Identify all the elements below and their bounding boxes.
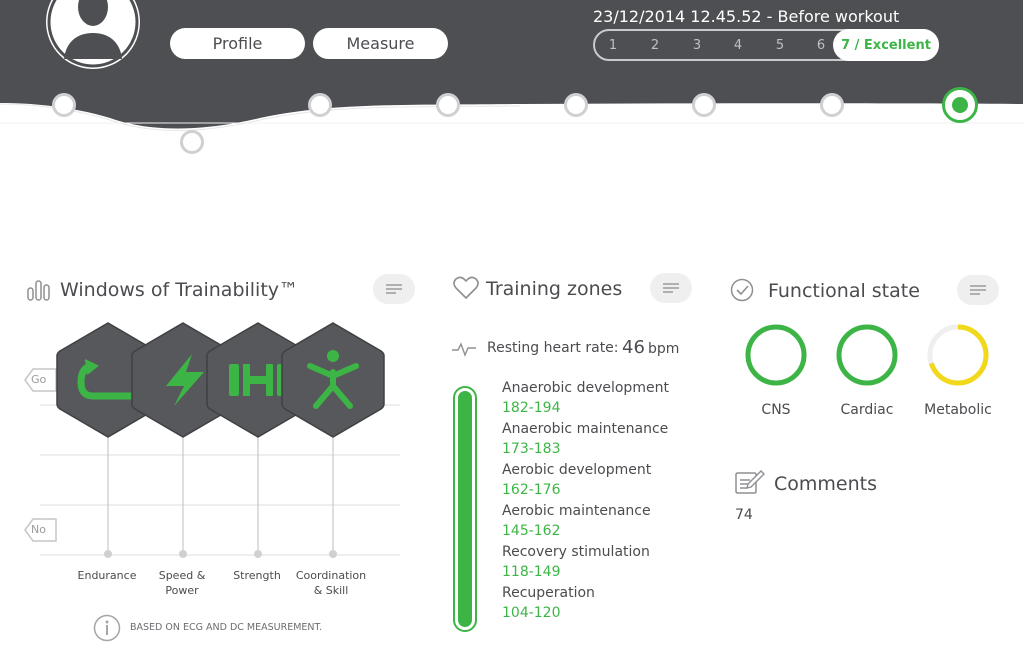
zone-range: 182-194 — [502, 400, 561, 416]
scale-number: 1 — [608, 38, 618, 53]
zone-name: Aerobic development — [502, 462, 652, 478]
pulse-icon — [452, 342, 476, 357]
readiness-scale: 1 2 3 4 5 6 7 / Excellent — [593, 29, 939, 61]
zone-bar-fill — [458, 391, 472, 627]
menu-lines-icon — [970, 285, 986, 295]
scale-number: 3 — [692, 38, 702, 53]
fs-ring-label: Cardiac — [840, 402, 894, 418]
no-label: No — [31, 523, 46, 536]
zone-name: Recovery stimulation — [502, 544, 650, 560]
comments-title: Comments — [774, 473, 877, 495]
go-label: Go — [31, 373, 47, 386]
fs-ring-label: CNS — [761, 402, 791, 418]
timeline-node[interactable] — [692, 93, 716, 117]
zone-range: 104-120 — [502, 605, 561, 621]
zone-range: 145-162 — [502, 523, 561, 539]
resting-hr-unit: bpm — [648, 341, 680, 357]
check-circle-icon — [730, 278, 754, 302]
wot-footnote: BASED ON ECG AND DC MEASUREMENT. — [130, 622, 323, 633]
functional-state-menu-button[interactable] — [957, 275, 999, 305]
fs-ring-cardiac — [836, 324, 898, 386]
zone-range: 162-176 — [502, 482, 561, 498]
resting-hr-label: Resting heart rate: — [487, 340, 619, 356]
zone-range: 118-149 — [502, 564, 561, 580]
scale-number: 5 — [775, 38, 785, 53]
scale-selected-badge: 7 / Excellent — [833, 29, 939, 61]
menu-lines-icon — [663, 283, 679, 293]
functional-state-rings — [745, 324, 989, 386]
scale-number: 6 — [816, 38, 826, 53]
fs-ring-cns — [745, 324, 807, 386]
timeline-node-active[interactable] — [942, 87, 978, 123]
info-icon[interactable] — [93, 614, 121, 642]
zone-range: 173-183 — [502, 441, 561, 457]
scale-number: 4 — [733, 38, 743, 53]
measurement-info: 23/12/2014 12.45.52 - Before workout — [593, 7, 900, 26]
zone-name: Anaerobic maintenance — [502, 421, 669, 437]
fs-ring-label: Metabolic — [924, 402, 992, 418]
resting-hr-value: 46 — [622, 337, 645, 358]
zone-name: Anaerobic development — [502, 380, 669, 396]
wot-grid — [24, 368, 400, 558]
zone-name: Recuperation — [502, 585, 595, 601]
scale-number: 2 — [650, 38, 660, 53]
training-zones-menu-button[interactable] — [650, 273, 692, 303]
comments-value: 74 — [735, 507, 753, 523]
heart-icon — [453, 276, 479, 299]
timeline-node[interactable] — [564, 93, 588, 117]
zone-bar — [453, 386, 477, 632]
functional-state-title: Functional state — [768, 280, 920, 302]
timeline-node[interactable] — [820, 93, 844, 117]
timeline-node[interactable] — [436, 93, 460, 117]
training-zones-title: Training zones — [486, 278, 623, 300]
note-edit-icon — [735, 470, 765, 494]
wot-item-label: Coordination & Skill — [295, 569, 367, 597]
zone-name: Aerobic maintenance — [502, 503, 651, 519]
coordination-hexagon[interactable] — [280, 320, 386, 440]
